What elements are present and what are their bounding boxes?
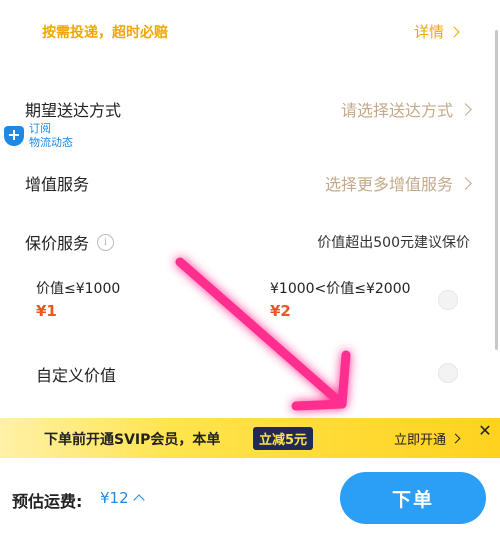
insurance-option-1[interactable]: 价值≤¥1000 ¥1 [36,278,120,320]
subscribe-label-line2: 物流动态 [29,136,73,149]
insurance-row: 保价服务 i 价值超出500元建议保价 [0,228,500,258]
insurance-option-range: ¥1000<价值≤¥2000 [270,281,411,297]
svip-banner-text: 下单前开通SVIP会员，本单 [44,432,221,448]
chevron-right-icon [459,176,472,190]
insurance-option-radio[interactable] [438,290,458,310]
subscribe-label-line1: 订阅 [29,122,51,135]
place-order-button[interactable]: 下单 [340,472,486,524]
bottom-bar: 预估运费: ¥12 下单 [0,458,500,538]
details-link-label: 详情 [413,23,444,41]
scrollbar[interactable] [495,30,498,350]
estimated-fee-label: 预估运费: [12,492,83,511]
insurance-label: 保价服务 [25,234,90,253]
addon-service-label: 增值服务 [25,175,90,194]
svip-open-button[interactable]: 立即开通 [394,429,461,448]
custom-value-radio[interactable] [438,363,458,383]
insurance-hint: 价值超出500元建议保价 [317,235,470,251]
svip-open-label: 立即开通 [394,433,447,448]
delivery-method-placeholder: 请选择送达方式 [340,101,453,120]
addon-service-row[interactable]: 增值服务 选择更多增值服务 [0,165,500,201]
svip-discount-badge: 立减5元 [253,427,314,450]
chevron-right-icon [459,102,472,116]
addon-service-select[interactable]: 选择更多增值服务 [324,171,472,195]
estimated-fee-toggle[interactable]: ¥12 [100,489,145,507]
delivery-method-row[interactable]: 期望送达方式 请选择送达方式 [0,90,500,130]
shipping-order-screen: 按需投递，超时必赔 详情 期望送达方式 请选择送达方式 订阅 物流动态 增值服务… [0,0,500,538]
addon-service-value: 选择更多增值服务 [324,175,453,194]
chevron-up-icon [132,494,145,506]
estimated-fee-value: ¥12 [100,489,129,507]
insurance-option-2[interactable]: ¥1000<价值≤¥2000 ¥2 [270,278,411,320]
subscribe-label: 订阅 物流动态 [29,122,73,150]
insurance-option-range: 价值≤¥1000 [36,281,121,297]
details-link[interactable]: 详情 [413,21,460,42]
svip-banner[interactable]: 下单前开通SVIP会员，本单 立减5元 立即开通 ✕ [0,418,500,458]
insurance-option-price: ¥1 [36,302,57,320]
delivery-method-select[interactable]: 请选择送达方式 [340,97,472,121]
insurance-label-wrap: 保价服务 i [25,230,115,254]
subscribe-logistics-button[interactable]: 订阅 物流动态 [4,122,73,150]
insurance-option-price: ¥2 [270,302,291,320]
delivery-method-label: 期望送达方式 [25,101,122,120]
custom-value-label[interactable]: 自定义价值 [36,362,116,386]
chevron-right-icon [448,25,460,38]
chevron-right-icon [450,433,461,444]
delivery-promise-row[interactable]: 按需投递，超时必赔 详情 [0,0,500,64]
close-icon[interactable]: ✕ [476,422,494,440]
info-icon[interactable]: i [97,233,115,251]
subscribe-icon [4,126,24,146]
promise-text: 按需投递，超时必赔 [42,25,168,41]
